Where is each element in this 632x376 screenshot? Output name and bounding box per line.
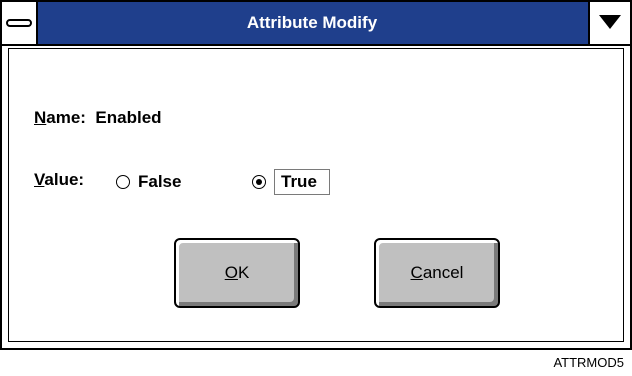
name-value: Enabled [95,108,162,127]
radio-unchecked-icon [116,175,130,189]
cancel-button-label: ancel [422,263,464,282]
dropdown-button[interactable] [588,2,630,44]
ok-button-accelerator: O [224,263,238,282]
value-label: alue: [44,170,85,189]
name-label: ame: [46,108,86,127]
window-title: Attribute Modify [246,13,378,32]
minus-bar-icon [6,19,32,27]
value-label-row: Value: [34,170,84,194]
figure-caption: ATTRMOD5 [553,355,624,370]
value-label-accelerator: V [34,170,45,189]
title-bar: Attribute Modify [2,2,630,46]
system-menu-button[interactable] [2,2,38,44]
cancel-button-accelerator: C [410,263,423,282]
radio-false-label: False [138,172,182,191]
radio-true[interactable]: True [252,168,330,196]
radio-checked-icon [252,175,266,189]
name-row: Name: Enabled [34,108,162,128]
name-label-accelerator: N [34,108,47,127]
cancel-button[interactable]: Cancel [374,238,500,308]
radio-false[interactable]: False [116,168,181,196]
triangle-down-icon [599,15,621,29]
ok-button-label: K [237,263,250,282]
radio-true-label: True [274,169,330,195]
ok-button[interactable]: OK [174,238,300,308]
